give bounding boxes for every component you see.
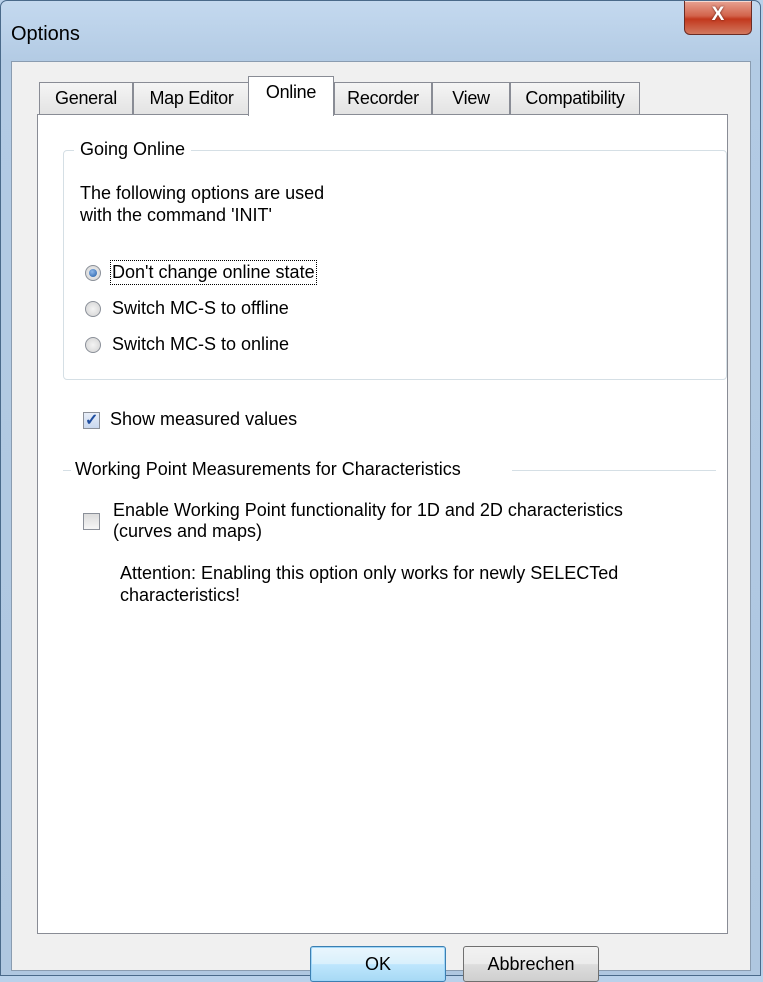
radio-switch-offline-label[interactable]: Switch MC-S to offline — [112, 298, 289, 319]
going-online-label: Going Online — [74, 139, 192, 160]
tab-recorder[interactable]: Recorder — [334, 82, 432, 114]
radio-dont-change-online-state-label[interactable]: Don't change online state — [110, 260, 317, 285]
radio-switch-online[interactable] — [85, 337, 101, 353]
ok-button[interactable]: OK — [310, 946, 446, 982]
dialog-client-area: General Map Editor Online Recorder View … — [11, 61, 752, 982]
attention-text-line2: characteristics! — [120, 585, 241, 605]
show-measured-values-checkbox[interactable] — [83, 410, 100, 430]
tab-map-editor[interactable]: Map Editor — [133, 82, 250, 114]
close-button[interactable]: X — [684, 1, 752, 35]
window-title: Options — [11, 23, 80, 45]
going-online-description-line1: The following options are used — [80, 183, 325, 203]
going-online-group: Going Online The following options are u… — [63, 139, 727, 380]
radio-switch-offline[interactable] — [85, 301, 101, 317]
enable-working-point-label-line1[interactable]: Enable Working Point functionality for 1… — [113, 500, 623, 521]
enable-working-point-checkbox[interactable] — [83, 513, 100, 530]
going-online-description-line2: with the command 'INIT' — [80, 205, 272, 225]
radio-dont-change-online-state[interactable] — [85, 265, 101, 281]
options-dialog: Options X General Map Editor Online Reco… — [0, 0, 761, 982]
close-icon: X — [711, 4, 725, 25]
tab-online[interactable]: Online — [248, 76, 334, 116]
tab-compatibility[interactable]: Compatibility — [510, 82, 640, 114]
radio-switch-online-label[interactable]: Switch MC-S to online — [112, 334, 289, 355]
tab-view[interactable]: View — [432, 82, 510, 114]
tab-strip: General Map Editor Online Recorder View … — [12, 62, 752, 122]
show-measured-values-label[interactable]: Show measured values — [110, 409, 297, 430]
attention-text-line1: Attention: Enabling this option only wor… — [120, 563, 619, 583]
working-point-separator-left — [63, 470, 71, 471]
cancel-button[interactable]: Abbrechen — [463, 946, 599, 982]
working-point-group-label: Working Point Measurements for Character… — [75, 459, 461, 479]
working-point-separator-right — [512, 470, 716, 471]
online-tab-panel: Going Online The following options are u… — [37, 114, 728, 934]
enable-working-point-label-line2[interactable]: (curves and maps) — [113, 521, 262, 542]
tab-general[interactable]: General — [39, 82, 133, 114]
